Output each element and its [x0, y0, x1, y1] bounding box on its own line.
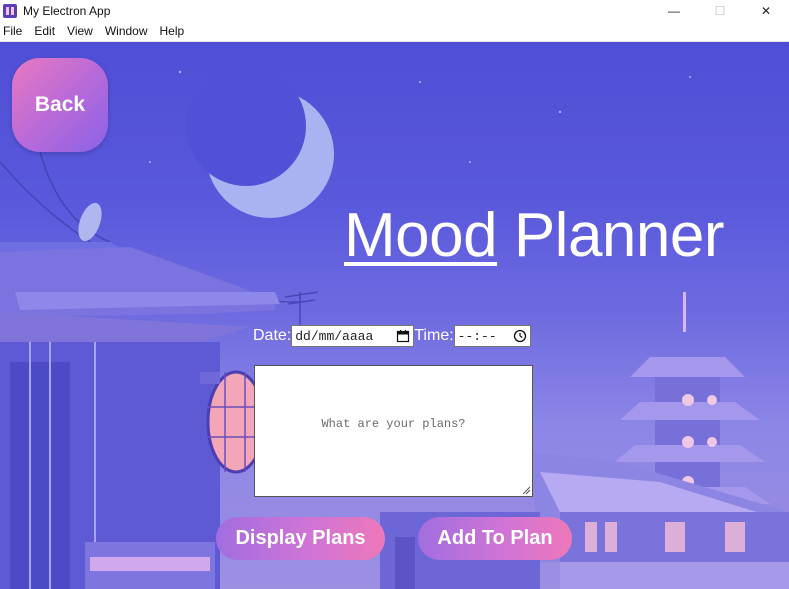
- time-input[interactable]: --:--: [453, 325, 531, 347]
- plans-placeholder: What are your plans?: [321, 417, 466, 431]
- back-button[interactable]: Back: [12, 58, 108, 152]
- resize-handle-icon[interactable]: [522, 486, 531, 495]
- app-logo-icon: [3, 3, 17, 18]
- date-time-row: Date: dd/mm/aaaa Time: --:--: [253, 324, 531, 348]
- menu-view[interactable]: View: [64, 24, 100, 38]
- minimize-button[interactable]: —: [651, 0, 697, 21]
- calendar-icon[interactable]: [396, 329, 410, 343]
- menu-file[interactable]: File: [0, 24, 29, 38]
- page-title: Mood Planner: [344, 200, 725, 271]
- maximize-button[interactable]: ☐: [697, 0, 743, 21]
- time-placeholder: --:--: [457, 328, 497, 344]
- time-label: Time:: [414, 327, 454, 344]
- menu-bar: File Edit View Window Help: [0, 21, 789, 42]
- title-planner: Planner: [497, 201, 725, 270]
- plans-textarea[interactable]: What are your plans?: [254, 365, 533, 497]
- window-title: My Electron App: [23, 3, 111, 18]
- date-label: Date:: [253, 327, 292, 344]
- add-to-plan-button[interactable]: Add To Plan: [418, 517, 572, 560]
- moon-icon: [186, 66, 334, 218]
- background-scene: [0, 66, 789, 589]
- app-content: Back Mood Planner Date: dd/mm/aaaa Time:…: [0, 42, 789, 589]
- window-titlebar: My Electron App — ☐ ✕: [0, 0, 789, 21]
- menu-help[interactable]: Help: [157, 24, 192, 38]
- window-controls: — ☐ ✕: [651, 0, 789, 21]
- date-placeholder: dd/mm/aaaa: [295, 328, 374, 344]
- display-plans-button[interactable]: Display Plans: [216, 517, 385, 560]
- close-button[interactable]: ✕: [743, 0, 789, 21]
- date-input[interactable]: dd/mm/aaaa: [291, 325, 415, 347]
- title-mood: Mood: [344, 201, 498, 270]
- menu-window[interactable]: Window: [102, 24, 155, 38]
- clock-icon[interactable]: [513, 329, 527, 343]
- menu-edit[interactable]: Edit: [31, 24, 62, 38]
